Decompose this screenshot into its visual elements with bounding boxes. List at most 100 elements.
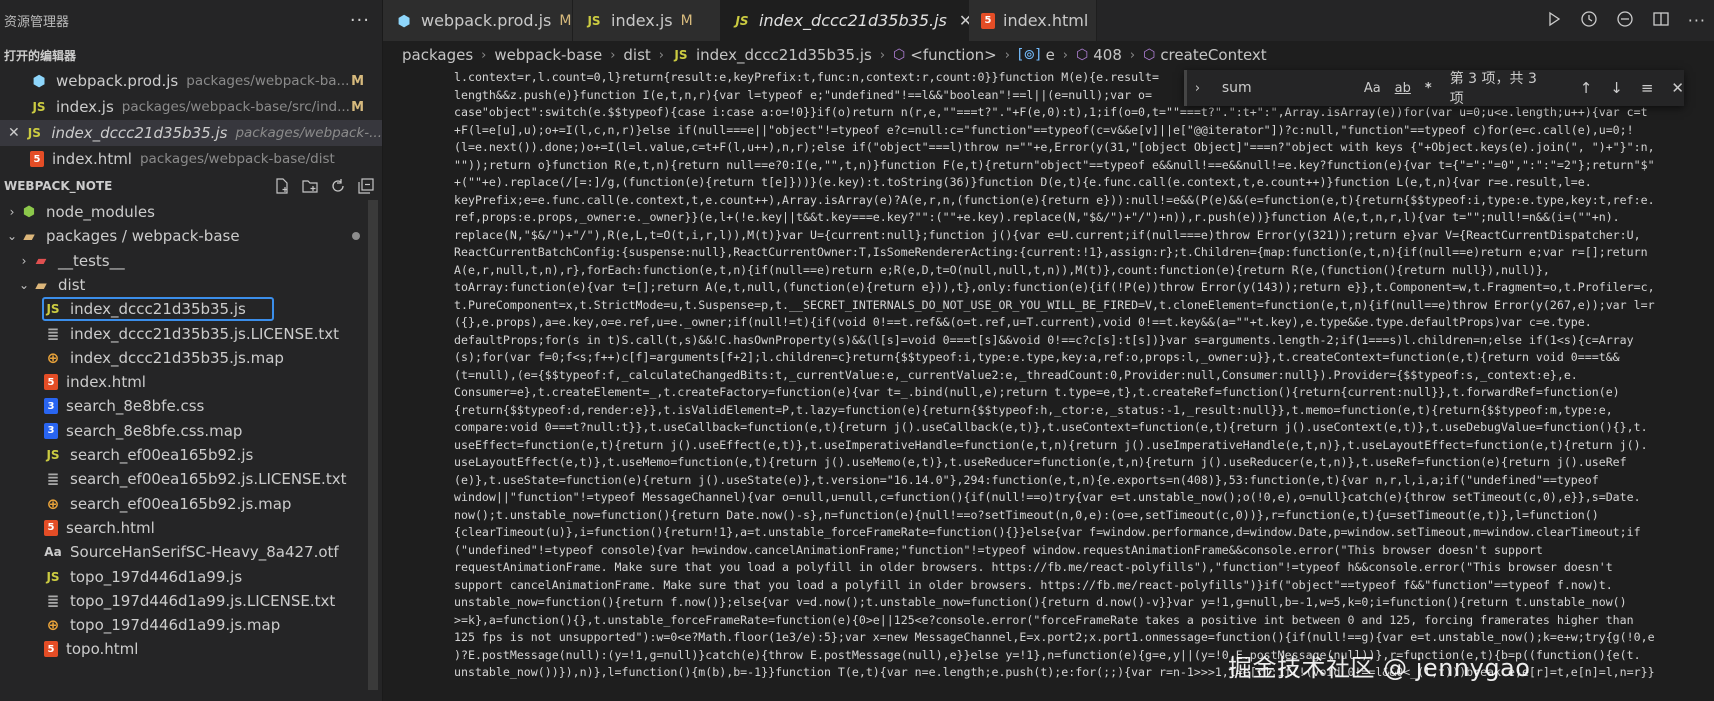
tree-file[interactable]: JS index_dccc21d35b35.js [0, 297, 382, 322]
chevron-right-icon[interactable]: › [4, 205, 20, 219]
html-icon: 5 [44, 641, 58, 658]
match-case-icon[interactable]: Aa [1364, 81, 1381, 96]
code-line: window||"function"!=typeof MessageChanne… [454, 490, 1641, 504]
chevron-right-icon: › [1129, 47, 1136, 63]
open-changes-icon[interactable] [1616, 10, 1634, 32]
new-folder-icon[interactable] [302, 178, 318, 194]
chevron-right-icon: › [1062, 47, 1068, 63]
toggle-replace-chevron-icon[interactable]: › [1187, 81, 1208, 96]
explorer-sidebar: 资源管理器 ··· 打开的编辑器 ⬢ webpack.prod.js packa… [0, 0, 383, 701]
map-file-icon: ⊕ [46, 616, 60, 635]
more-actions-icon[interactable]: ··· [1688, 11, 1706, 30]
tree-file[interactable]: 5 topo.html [0, 637, 382, 661]
modified-dot-icon [352, 232, 360, 241]
tree-folder[interactable]: ⌄ ▰ packages / webpack-base [0, 224, 382, 248]
close-icon[interactable]: ✕ [1671, 79, 1684, 97]
modified-badge: M [559, 12, 572, 29]
folder-open-icon: ▰ [35, 275, 47, 294]
open-editor-item[interactable]: JS index.js packages/webpack-base/src/in… [0, 94, 382, 120]
code-line: t.PureComponent=x,t.StrictMode=u,t.Suspe… [454, 297, 1655, 312]
code-line: {return{$$typeof:d,render:e}},t.isValidE… [454, 402, 1613, 417]
js-icon: JS [674, 48, 688, 62]
breadcrumb-item[interactable]: index_dccc21d35b35.js [696, 46, 872, 64]
breadcrumb-item[interactable]: <function> [910, 46, 996, 64]
tree-item-label: index_dccc21d35b35.js.LICENSE.txt [70, 324, 339, 343]
tree-file[interactable]: Aa SourceHanSerifSC-Heavy_8a427.otf [0, 540, 382, 564]
code-line: ""));return o}function R(e,t,n){return n… [454, 157, 1655, 172]
tab-index-dccc[interactable]: JS index_dccc21d35b35.js ✕ [721, 0, 972, 41]
open-editors-header[interactable]: 打开的编辑器 [0, 43, 382, 67]
project-header[interactable]: WEBPACK_NOTE [0, 174, 382, 198]
tree-folder[interactable]: › ▰ __tests__ [0, 249, 382, 273]
code-line: >=k},a=function(){},t.unstable_forceFram… [454, 612, 1634, 627]
breadcrumb-item[interactable]: 408 [1093, 46, 1122, 64]
tree-item-label: search_8e8bfe.css [66, 397, 205, 416]
breadcrumb-item[interactable]: webpack-base [494, 46, 602, 64]
editor-tabs: ⬢ webpack.prod.js M JS index.js M JS ind… [383, 0, 1714, 41]
close-icon[interactable]: ✕ [8, 125, 25, 141]
watermark: 掘金技术社区 @ jennygao [1228, 654, 1531, 682]
tree-file[interactable]: ⊕ search_ef00ea165b92.js.map [0, 492, 382, 516]
tree-file[interactable]: JS topo_197d446d1a99.js [0, 565, 382, 589]
js-icon: JS [27, 126, 41, 140]
tree-file[interactable]: JS search_ef00ea165b92.js [0, 443, 382, 467]
tree-file[interactable]: 3 search_8e8bfe.css.map [0, 419, 382, 443]
run-icon[interactable] [1546, 11, 1562, 31]
tree-folder[interactable]: › ⬢ node_modules [0, 200, 382, 224]
tree-file[interactable]: 5 index.html [0, 370, 382, 394]
whole-word-icon[interactable]: ab [1395, 81, 1411, 96]
tree-folder[interactable]: ⌄ ▰ dist [0, 273, 382, 297]
chevron-down-icon[interactable]: ⌄ [16, 278, 32, 292]
tree-item-label: index_dccc21d35b35.js.map [70, 348, 284, 367]
open-editor-item-active[interactable]: ✕ JS index_dccc21d35b35.js packages/webp… [0, 120, 382, 146]
code-line: defaultProps;for(s in t)S.call(t,s)&&!C.… [454, 332, 1634, 347]
open-editor-item[interactable]: ⬢ webpack.prod.js packages/webpack-ba...… [0, 68, 382, 94]
timeline-icon[interactable] [1580, 10, 1598, 32]
tree-item-label: index.html [66, 373, 146, 392]
tree-file[interactable]: ⊕ index_dccc21d35b35.js.map [0, 346, 382, 370]
explorer-title: 资源管理器 [4, 15, 70, 30]
css-map-icon: 3 [44, 422, 58, 439]
regex-icon[interactable]: * [1425, 81, 1432, 96]
tree-file[interactable]: ≣ search_ef00ea165b92.js.LICENSE.txt [0, 467, 382, 491]
code-line: useEffect=function(e,t){return j().useEf… [454, 437, 1648, 452]
breadcrumb: packages › webpack-base › dist › JS inde… [383, 41, 1714, 69]
tree-file[interactable]: ≣ topo_197d446d1a99.js.LICENSE.txt [0, 589, 382, 613]
find-input[interactable]: sum [1208, 80, 1364, 96]
breadcrumb-item[interactable]: dist [623, 46, 650, 64]
arrow-up-icon[interactable]: ↑ [1580, 79, 1593, 97]
breadcrumb-item[interactable]: e [1046, 46, 1055, 64]
tree-file[interactable]: 3 search_8e8bfe.css [0, 394, 382, 418]
arrow-down-icon[interactable]: ↓ [1610, 79, 1623, 97]
map-file-icon: ⊕ [46, 348, 60, 367]
js-icon: JS [46, 569, 60, 584]
code-editor[interactable]: l.context=r,l.count=0,l}return{result:e,… [454, 69, 1714, 701]
tab-index-js[interactable]: JS index.js M [573, 0, 721, 41]
tab-webpack-prod[interactable]: ⬢ webpack.prod.js M [383, 0, 573, 41]
tree-item-label: SourceHanSerifSC-Heavy_8a427.otf [70, 543, 339, 562]
open-editor-item[interactable]: 5 index.html packages/webpack-base/dist [0, 146, 382, 172]
collapse-all-icon[interactable] [358, 178, 374, 194]
tree-file[interactable]: ≣ index_dccc21d35b35.js.LICENSE.txt [0, 322, 382, 346]
test-folder-icon: ▰ [35, 252, 47, 269]
find-in-selection-icon[interactable]: ≡ [1641, 79, 1654, 97]
breadcrumb-item[interactable]: packages [402, 46, 473, 64]
code-line: 125 fps is not unsupported"):w=0<e?Math.… [454, 630, 1655, 644]
tree-file[interactable]: ⊕ topo_197d446d1a99.js.map [0, 613, 382, 637]
chevron-down-icon[interactable]: ⌄ [4, 229, 20, 243]
chevron-right-icon[interactable]: › [16, 254, 32, 268]
sidebar-scrollbar[interactable] [368, 200, 378, 690]
breadcrumb-item[interactable]: createContext [1160, 46, 1266, 64]
js-icon: JS [32, 100, 46, 114]
more-actions-icon[interactable]: ··· [350, 10, 370, 31]
code-line: ("undefined"!=typeof console){var h=wind… [454, 542, 1543, 557]
tab-label: webpack.prod.js [421, 11, 552, 30]
refresh-icon[interactable] [330, 178, 346, 194]
new-file-icon[interactable] [274, 178, 290, 194]
split-editor-icon[interactable] [1652, 10, 1670, 32]
explorer-title-bar: 资源管理器 ··· [0, 0, 382, 41]
editor-actions: ··· [1546, 0, 1706, 41]
code-line: support cancelAnimationFrame. Make sure … [454, 577, 1613, 592]
tab-index-html[interactable]: 5 index.html [969, 0, 1097, 41]
tree-file[interactable]: 5 search.html [0, 516, 382, 540]
